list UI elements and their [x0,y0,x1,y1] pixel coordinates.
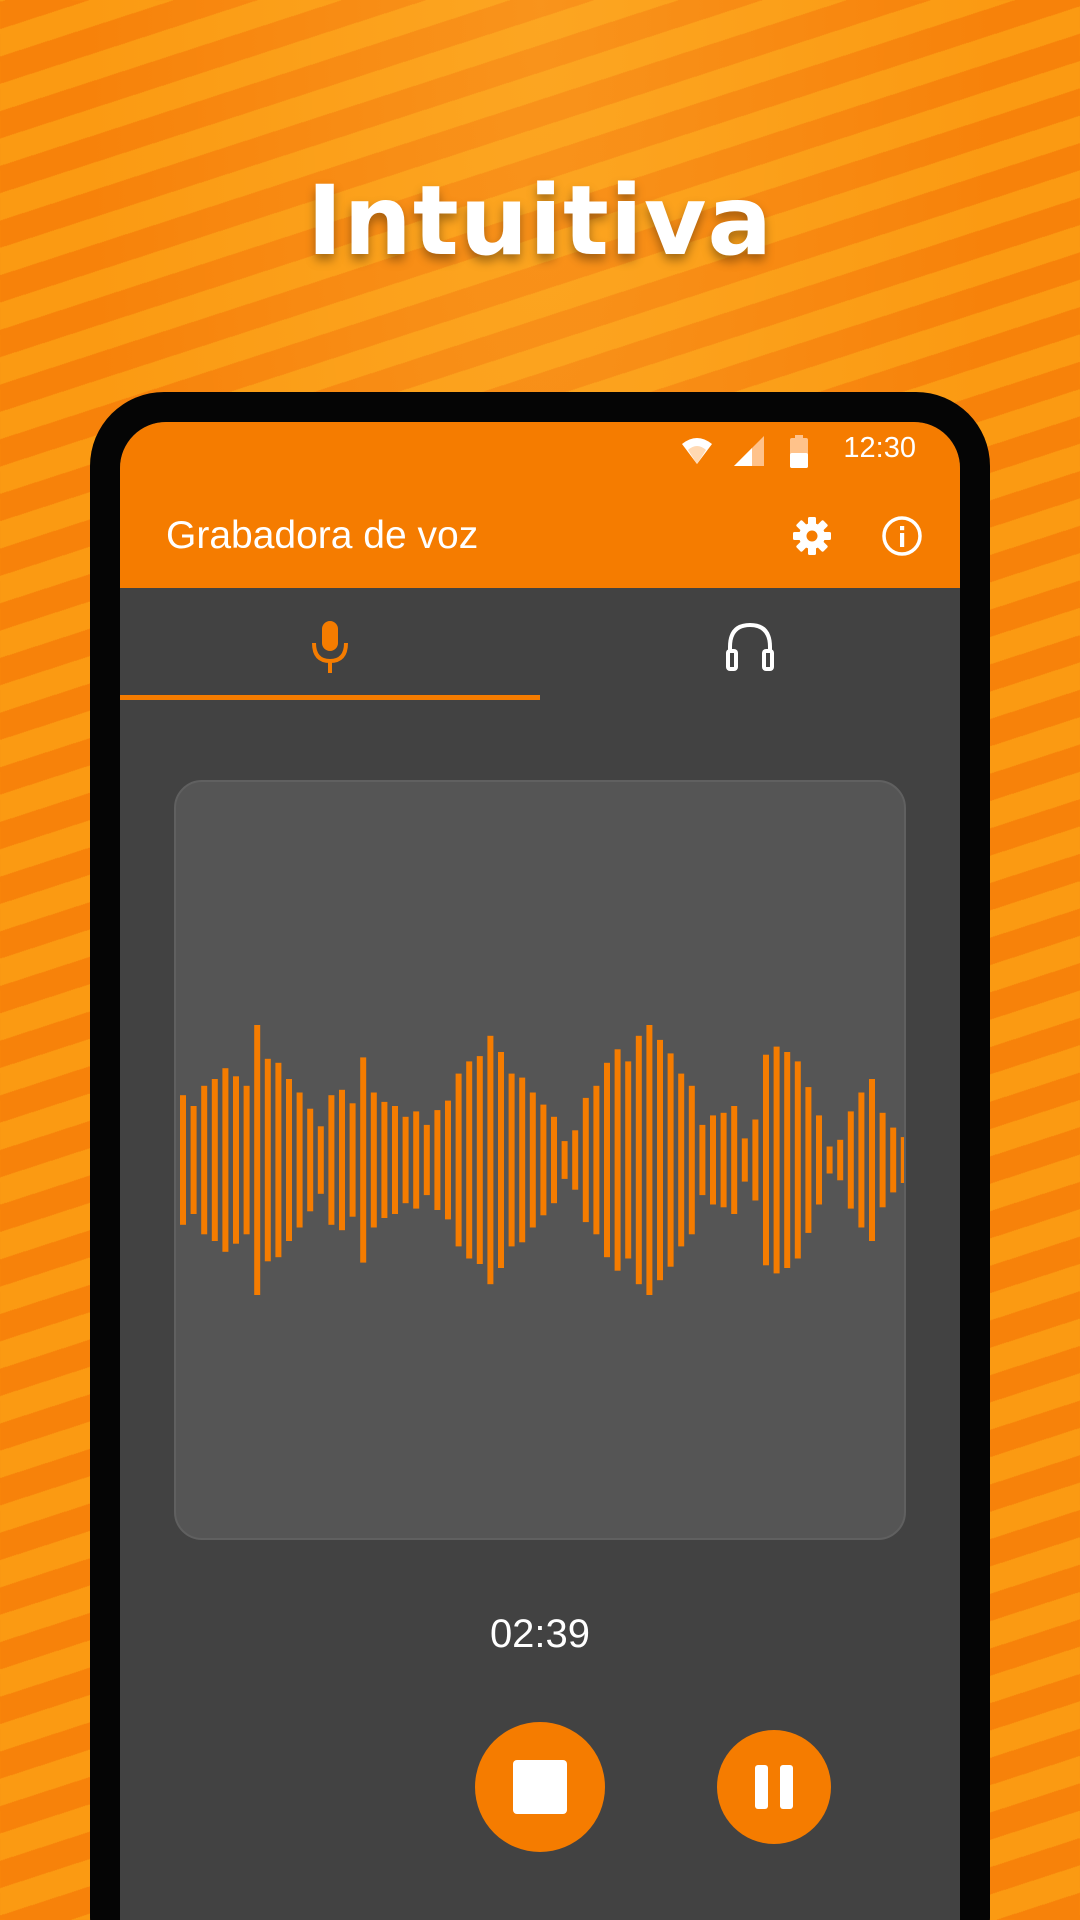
waveform-bar [657,1039,663,1281]
waveform-bar [816,1115,822,1205]
waveform-bar [752,1119,759,1201]
waveform-bar [900,1137,904,1183]
waveform-bar [604,1062,610,1258]
headphones-icon [726,622,774,671]
waveform-bar [561,1141,568,1179]
waveform-bar [180,1095,186,1225]
info-button[interactable] [876,510,928,562]
settings-button[interactable] [786,510,838,562]
waveform-bar [487,1035,494,1285]
tab-bar [120,588,960,706]
waveform-bar [667,1053,674,1267]
waveform-bar [381,1101,388,1218]
waveform-bar [582,1097,589,1223]
microphone-icon [312,621,348,673]
waveform-bar [635,1035,642,1285]
waveform-bar [593,1085,600,1235]
waveform-bar [646,1025,653,1295]
app-title: Grabadora de voz [166,514,479,557]
waveform-bar [614,1049,621,1271]
battery-icon [788,434,810,475]
status-bar: 12:30 [120,422,960,484]
waveform-bar [476,1056,483,1264]
waveform-bar [625,1061,632,1259]
waveform-bar [466,1061,473,1259]
waveform-bar [826,1146,833,1174]
waveform-bar [445,1100,451,1220]
waveform-bar [328,1095,335,1225]
waveform-bar [370,1092,377,1228]
waveform-bar [688,1085,695,1235]
waveform-bar [286,1079,292,1241]
waveform-bar [434,1110,441,1210]
stop-icon [513,1760,567,1814]
waveform-bar [508,1073,515,1247]
waveform-bar [211,1079,218,1241]
status-time: 12:30 [843,432,916,464]
waveform-bar [243,1085,250,1235]
waveform-bar [731,1106,738,1214]
waveform-bar [879,1112,886,1208]
wifi-icon [680,434,714,473]
waveform-bar [190,1106,197,1214]
waveform-bar [720,1112,727,1208]
waveform-bar [317,1126,324,1194]
waveform-bar [858,1092,865,1228]
app-bar: Grabadora de voz [120,484,960,588]
phone-frame: 12:30 Grabadora de voz 02:39 [90,392,990,1920]
waveform-bar [890,1127,897,1193]
waveform-bar [837,1139,844,1181]
waveform-bar [455,1073,462,1247]
recording-timer: 02:39 [489,1612,591,1656]
pause-button[interactable] [717,1730,831,1844]
waveform-bar [710,1115,716,1205]
waveform-bar [773,1046,780,1274]
phone-screen: 12:30 Grabadora de voz 02:39 [120,422,960,1920]
waveform [180,1025,904,1295]
signal-icon [732,434,766,473]
waveform-bar [805,1087,812,1233]
waveform-bar [222,1068,229,1252]
waveform-bar [264,1058,271,1262]
waveform-bar [339,1089,345,1231]
waveform-bar [233,1076,239,1244]
waveform-bar [794,1061,801,1259]
waveform-bar [413,1111,420,1209]
pause-icon [755,1765,793,1809]
settings-gear-icon [793,517,831,555]
waveform-bar [572,1130,579,1190]
waveform-bar [498,1052,504,1268]
waveform-bar [519,1077,526,1243]
waveform-visualizer [174,780,906,1540]
stop-button[interactable] [475,1722,605,1852]
waveform-bar [678,1073,685,1247]
waveform-bar [869,1079,875,1241]
waveform-bar [349,1103,356,1217]
waveform-bar [275,1062,282,1258]
waveform-bar [551,1116,557,1204]
waveform-bar [423,1124,430,1196]
waveform-bar [699,1124,706,1196]
waveform-bar [254,1025,261,1295]
tab-selected-indicator [120,695,540,700]
waveform-bar [296,1092,303,1228]
waveform-bar [784,1052,791,1268]
waveform-bar [529,1092,536,1228]
waveform-bar [402,1116,409,1204]
waveform-bar [847,1111,854,1209]
waveform-bar [741,1138,748,1182]
waveform-bar [392,1106,398,1214]
tab-player[interactable] [540,588,960,706]
waveform-bar [540,1104,547,1216]
waveform-bar [763,1054,769,1266]
waveform-bar [360,1057,367,1263]
waveform-bar [307,1108,314,1212]
tab-record[interactable] [120,588,540,706]
waveform-bar [201,1085,208,1235]
promo-headline: Intuitiva [306,165,774,277]
info-icon [882,516,922,556]
